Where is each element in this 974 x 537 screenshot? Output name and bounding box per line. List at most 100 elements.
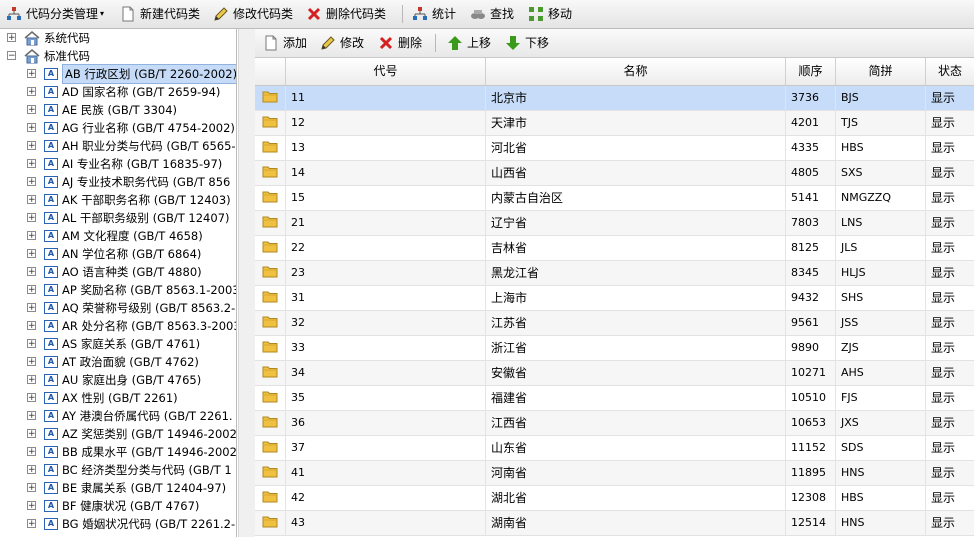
table-row[interactable]: 21 辽宁省 7803 LNS 显示 [255, 211, 974, 236]
collapse-icon[interactable]: − [7, 51, 16, 61]
move-down-button[interactable]: 下移 [505, 33, 549, 53]
tree-node-item[interactable]: + A BG 婚姻状况代码 (GB/T 2261.2- [0, 515, 236, 533]
expand-icon[interactable]: + [27, 465, 36, 475]
expand-icon[interactable]: + [27, 213, 36, 223]
header-name[interactable]: 名称 [486, 58, 786, 85]
header-status[interactable]: 状态 [926, 58, 974, 85]
expand-icon[interactable]: + [27, 519, 36, 529]
tree-node-item[interactable]: + A BE 隶属关系 (GB/T 12404-97) [0, 479, 236, 497]
tree-node-item[interactable]: + A AZ 奖惩类别 (GB/T 14946-2002) [0, 425, 236, 443]
table-row[interactable]: 14 山西省 4805 SXS 显示 [255, 161, 974, 186]
table-row[interactable]: 35 福建省 10510 FJS 显示 [255, 386, 974, 411]
expand-icon[interactable]: + [27, 123, 36, 133]
delete-category-button[interactable]: 删除代码类 [306, 4, 386, 24]
table-row[interactable]: 12 天津市 4201 TJS 显示 [255, 111, 974, 136]
table-row[interactable]: 41 河南省 11895 HNS 显示 [255, 461, 974, 486]
edit-category-button[interactable]: 修改代码类 [213, 4, 293, 24]
expand-icon[interactable]: + [27, 249, 36, 259]
tree-scrollbar[interactable] [238, 29, 255, 537]
tree-node-item[interactable]: + A AH 职业分类与代码 (GB/T 6565- [0, 137, 236, 155]
tree-node-system-codes[interactable]: + 系统代码 [0, 29, 236, 47]
header-pinyin[interactable]: 简拼 [836, 58, 926, 85]
tree-node-item[interactable]: + A AK 干部职务名称 (GB/T 12403) [0, 191, 236, 209]
tree-node-item[interactable]: + A AJ 专业技术职务代码 (GB/T 856 [0, 173, 236, 191]
code-node-icon: A [44, 410, 58, 422]
table-row[interactable]: 43 湖南省 12514 HNS 显示 [255, 511, 974, 536]
table-row[interactable]: 13 河北省 4335 HBS 显示 [255, 136, 974, 161]
expand-icon[interactable]: + [27, 195, 36, 205]
header-code[interactable]: 代号 [286, 58, 486, 85]
tree-node-item[interactable]: + A AI 专业名称 (GB/T 16835-97) [0, 155, 236, 173]
tree-node-item[interactable]: + A AE 民族 (GB/T 3304) [0, 101, 236, 119]
table-row[interactable]: 11 北京市 3736 BJS 显示 [255, 86, 974, 111]
expand-icon[interactable]: + [27, 393, 36, 403]
cell-pinyin: JLS [836, 236, 926, 260]
tree-node-item[interactable]: + A AU 家庭出身 (GB/T 4765) [0, 371, 236, 389]
expand-icon[interactable]: + [27, 231, 36, 241]
expand-icon[interactable]: + [27, 159, 36, 169]
expand-icon[interactable]: + [27, 267, 36, 277]
tree-node-item[interactable]: + A AN 学位名称 (GB/T 6864) [0, 245, 236, 263]
tree-node-item[interactable]: + A AX 性别 (GB/T 2261) [0, 389, 236, 407]
expand-icon[interactable]: + [27, 447, 36, 457]
tree-node-item[interactable]: + A AL 干部职务级别 (GB/T 12407) [0, 209, 236, 227]
search-button[interactable]: 查找 [470, 4, 514, 24]
expand-icon[interactable]: + [27, 177, 36, 187]
tree-node-item[interactable]: + A AG 行业名称 (GB/T 4754-2002) [0, 119, 236, 137]
tree-node-item[interactable]: + A AQ 荣誉称号级别 (GB/T 8563.2- [0, 299, 236, 317]
expand-icon[interactable]: + [27, 285, 36, 295]
table-row[interactable]: 31 上海市 9432 SHS 显示 [255, 286, 974, 311]
table-row[interactable]: 34 安徽省 10271 AHS 显示 [255, 361, 974, 386]
expand-icon[interactable]: + [27, 69, 36, 79]
expand-icon[interactable]: + [7, 33, 16, 43]
add-button[interactable]: 添加 [263, 33, 307, 53]
tree-node-label: AL 干部职务级别 (GB/T 12407) [62, 211, 230, 225]
tree-node-item[interactable]: + A BB 成果水平 (GB/T 14946-2002) [0, 443, 236, 461]
table-row[interactable]: 36 江西省 10653 JXS 显示 [255, 411, 974, 436]
move-button[interactable]: 移动 [528, 4, 572, 24]
table-row[interactable]: 22 吉林省 8125 JLS 显示 [255, 236, 974, 261]
expand-icon[interactable]: + [27, 105, 36, 115]
new-category-button[interactable]: 新建代码类 [120, 4, 200, 24]
expand-icon[interactable]: + [27, 357, 36, 367]
move-up-button[interactable]: 上移 [447, 33, 491, 53]
delete-button[interactable]: 删除 [378, 33, 422, 53]
expand-icon[interactable]: + [27, 375, 36, 385]
cell-order: 9890 [786, 336, 836, 360]
cell-pinyin: BJS [836, 86, 926, 110]
expand-icon[interactable]: + [27, 321, 36, 331]
tree-node-item[interactable]: + A BC 经济类型分类与代码 (GB/T 1 [0, 461, 236, 479]
expand-icon[interactable]: + [27, 429, 36, 439]
table-row[interactable]: 42 湖北省 12308 HBS 显示 [255, 486, 974, 511]
category-menu-button[interactable]: 代码分类管理 ▾ [6, 4, 104, 24]
table-row[interactable]: 33 浙江省 9890 ZJS 显示 [255, 336, 974, 361]
expand-icon[interactable]: + [27, 411, 36, 421]
tree-node-item[interactable]: + A AS 家庭关系 (GB/T 4761) [0, 335, 236, 353]
expand-icon[interactable]: + [27, 483, 36, 493]
tree-node-item[interactable]: + A AB 行政区划 (GB/T 2260-2002) [0, 64, 236, 84]
edit-label: 修改 [340, 36, 365, 50]
header-order[interactable]: 顺序 [786, 58, 836, 85]
tree-node-standard-codes[interactable]: − 标准代码 [0, 47, 236, 65]
expand-icon[interactable]: + [27, 501, 36, 511]
tree-node-item[interactable]: + A AP 奖励名称 (GB/T 8563.1-2003 [0, 281, 236, 299]
tree-node-item[interactable]: + A AR 处分名称 (GB/T 8563.3-2003 [0, 317, 236, 335]
cell-pinyin: HNS [836, 511, 926, 535]
tree-node-label: AQ 荣誉称号级别 (GB/T 8563.2- [62, 301, 236, 315]
table-row[interactable]: 23 黑龙江省 8345 HLJS 显示 [255, 261, 974, 286]
tree-node-item[interactable]: + A BF 健康状况 (GB/T 4767) [0, 497, 236, 515]
table-row[interactable]: 32 江苏省 9561 JSS 显示 [255, 311, 974, 336]
tree-node-item[interactable]: + A AO 语言种类 (GB/T 4880) [0, 263, 236, 281]
tree-node-item[interactable]: + A AM 文化程度 (GB/T 4658) [0, 227, 236, 245]
table-row[interactable]: 37 山东省 11152 SDS 显示 [255, 436, 974, 461]
expand-icon[interactable]: + [27, 339, 36, 349]
expand-icon[interactable]: + [27, 87, 36, 97]
edit-button[interactable]: 修改 [320, 33, 364, 53]
expand-icon[interactable]: + [27, 141, 36, 151]
statistics-button[interactable]: 统计 [412, 4, 456, 24]
tree-node-item[interactable]: + A AY 港澳台侨属代码 (GB/T 2261. [0, 407, 236, 425]
tree-node-item[interactable]: + A AT 政治面貌 (GB/T 4762) [0, 353, 236, 371]
expand-icon[interactable]: + [27, 303, 36, 313]
tree-node-item[interactable]: + A AD 国家名称 (GB/T 2659-94) [0, 83, 236, 101]
table-row[interactable]: 15 内蒙古自治区 5141 NMGZZQ 显示 [255, 186, 974, 211]
